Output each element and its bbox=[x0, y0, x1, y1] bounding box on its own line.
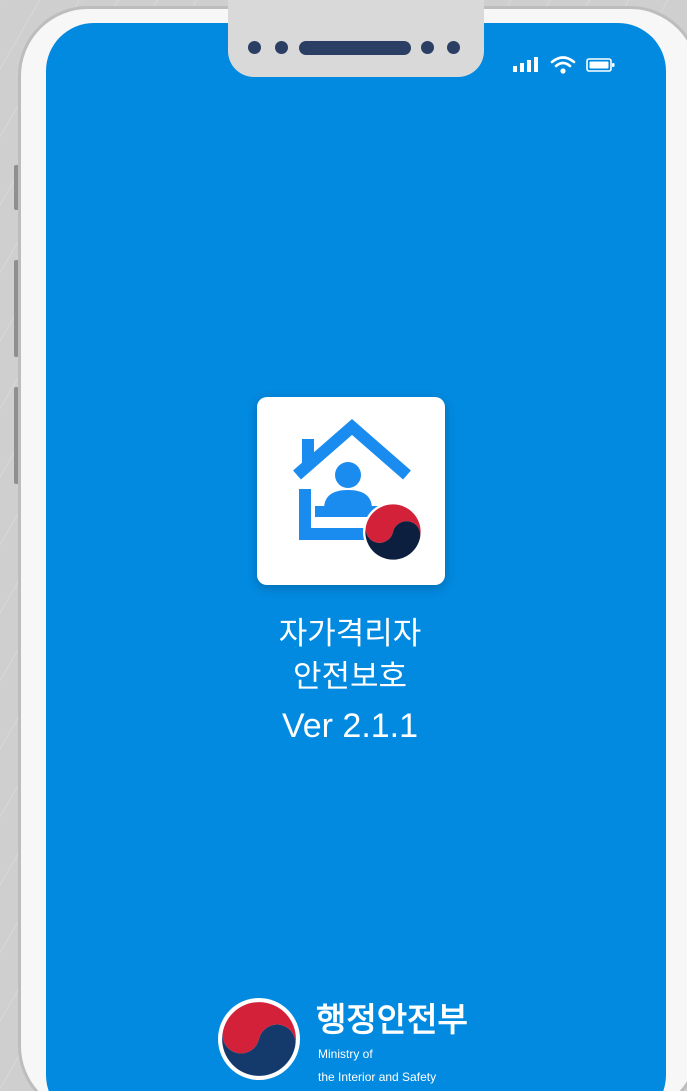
ministry-name-korean: 행정안전부 bbox=[316, 1000, 468, 1039]
ministry-emblem-icon bbox=[217, 997, 301, 1081]
phone-notch bbox=[228, 0, 484, 77]
notch-speaker bbox=[299, 41, 411, 55]
ministry-name-english-line1: Ministry of bbox=[318, 1047, 373, 1061]
taegeuk-emblem-icon bbox=[361, 500, 425, 564]
signal-icon bbox=[512, 55, 544, 75]
app-logo bbox=[257, 397, 445, 585]
app-name-line1: 자가격리자 bbox=[278, 616, 422, 652]
notch-dot bbox=[248, 41, 261, 54]
ministry-name-english-line2: the Interior and Safety bbox=[318, 1070, 437, 1084]
notch-dot bbox=[447, 41, 460, 54]
app-version: Ver 2.1.1 bbox=[281, 707, 419, 745]
wifi-icon bbox=[550, 55, 576, 75]
app-name-line2: 안전보호 bbox=[292, 659, 408, 695]
screenshot-canvas: 자가격리자 안전보호 Ver 2.1.1 행정안전부 Ministry of t… bbox=[0, 0, 687, 1091]
notch-dot bbox=[275, 41, 288, 54]
battery-icon bbox=[586, 57, 616, 73]
notch-dot bbox=[421, 41, 434, 54]
status-bar bbox=[512, 55, 622, 75]
